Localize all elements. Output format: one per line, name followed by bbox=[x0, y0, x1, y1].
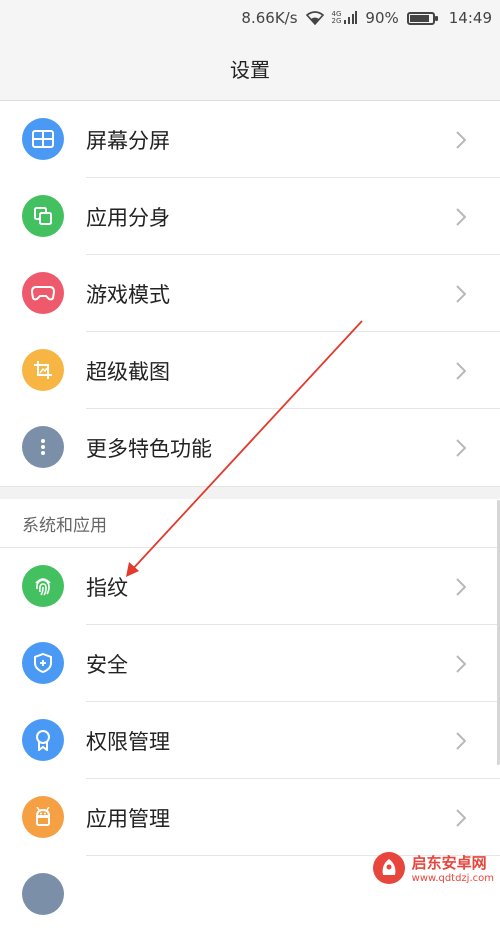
settings-item-split-screen[interactable]: 屏幕分屏 bbox=[0, 101, 500, 178]
battery-icon bbox=[406, 11, 438, 25]
chevron-right-icon bbox=[456, 208, 467, 230]
partial-item-icon bbox=[22, 873, 64, 915]
title-bar: 设置 bbox=[0, 36, 500, 101]
chevron-right-icon bbox=[456, 362, 467, 384]
chevron-right-icon bbox=[456, 131, 467, 153]
watermark-title: 启东安卓网 bbox=[411, 854, 487, 872]
chevron-right-icon bbox=[456, 732, 467, 754]
settings-list: 屏幕分屏 应用分身 游戏模式 超级截图 更多特色功能 系统和应用 指纹 安全 权… bbox=[0, 101, 500, 933]
settings-item-security[interactable]: 安全 bbox=[0, 625, 500, 702]
split-screen-icon bbox=[22, 118, 64, 160]
status-bar: 8.66K/s 4G 2G 90% 14:49 bbox=[0, 0, 500, 36]
cellular-signal-icon: 4G 2G bbox=[332, 11, 358, 25]
watermark-logo-icon bbox=[372, 852, 405, 884]
settings-item-label: 屏幕分屏 bbox=[86, 128, 170, 153]
chevron-right-icon bbox=[456, 285, 467, 307]
fingerprint-icon bbox=[22, 565, 64, 607]
settings-group-features: 屏幕分屏 应用分身 游戏模式 超级截图 更多特色功能 bbox=[0, 101, 500, 486]
section-gap bbox=[0, 486, 500, 499]
shield-icon bbox=[22, 642, 64, 684]
settings-item-label: 超级截图 bbox=[86, 359, 170, 384]
battery-percent: 90% bbox=[365, 9, 399, 27]
settings-item-app-management[interactable]: 应用管理 bbox=[0, 779, 500, 856]
screenshot-crop-icon bbox=[22, 349, 64, 391]
settings-item-label: 权限管理 bbox=[86, 729, 170, 754]
settings-item-app-clone[interactable]: 应用分身 bbox=[0, 178, 500, 255]
section-header-system-apps: 系统和应用 bbox=[0, 499, 500, 548]
settings-item-label: 安全 bbox=[86, 652, 128, 677]
more-dots-icon bbox=[22, 426, 64, 468]
network-type-bottom: 2G bbox=[331, 17, 342, 25]
settings-item-label: 更多特色功能 bbox=[86, 436, 212, 461]
clock: 14:49 bbox=[448, 9, 492, 27]
settings-item-fingerprint[interactable]: 指纹 bbox=[0, 548, 500, 625]
badge-icon bbox=[22, 719, 64, 761]
android-icon bbox=[22, 796, 64, 838]
settings-item-label: 指纹 bbox=[86, 575, 128, 600]
chevron-right-icon bbox=[456, 439, 467, 461]
watermark-url: www.qdtdzj.com bbox=[411, 873, 494, 884]
settings-item-more-features[interactable]: 更多特色功能 bbox=[0, 409, 500, 486]
settings-item-label: 游戏模式 bbox=[86, 282, 170, 307]
chevron-right-icon bbox=[456, 809, 467, 831]
app-clone-icon bbox=[22, 195, 64, 237]
settings-item-label: 应用管理 bbox=[86, 806, 170, 831]
settings-item-game-mode[interactable]: 游戏模式 bbox=[0, 255, 500, 332]
network-speed: 8.66K/s bbox=[241, 9, 298, 27]
battery-fill bbox=[409, 14, 430, 22]
watermark: 启东安卓网 www.qdtdzj.com bbox=[372, 851, 494, 885]
wifi-icon bbox=[305, 11, 324, 25]
gamepad-icon bbox=[22, 272, 64, 314]
settings-item-permissions[interactable]: 权限管理 bbox=[0, 702, 500, 779]
page-title: 设置 bbox=[230, 57, 270, 82]
chevron-right-icon bbox=[456, 655, 467, 677]
settings-item-label: 应用分身 bbox=[86, 205, 170, 230]
chevron-right-icon bbox=[456, 578, 467, 600]
settings-item-super-screenshot[interactable]: 超级截图 bbox=[0, 332, 500, 409]
